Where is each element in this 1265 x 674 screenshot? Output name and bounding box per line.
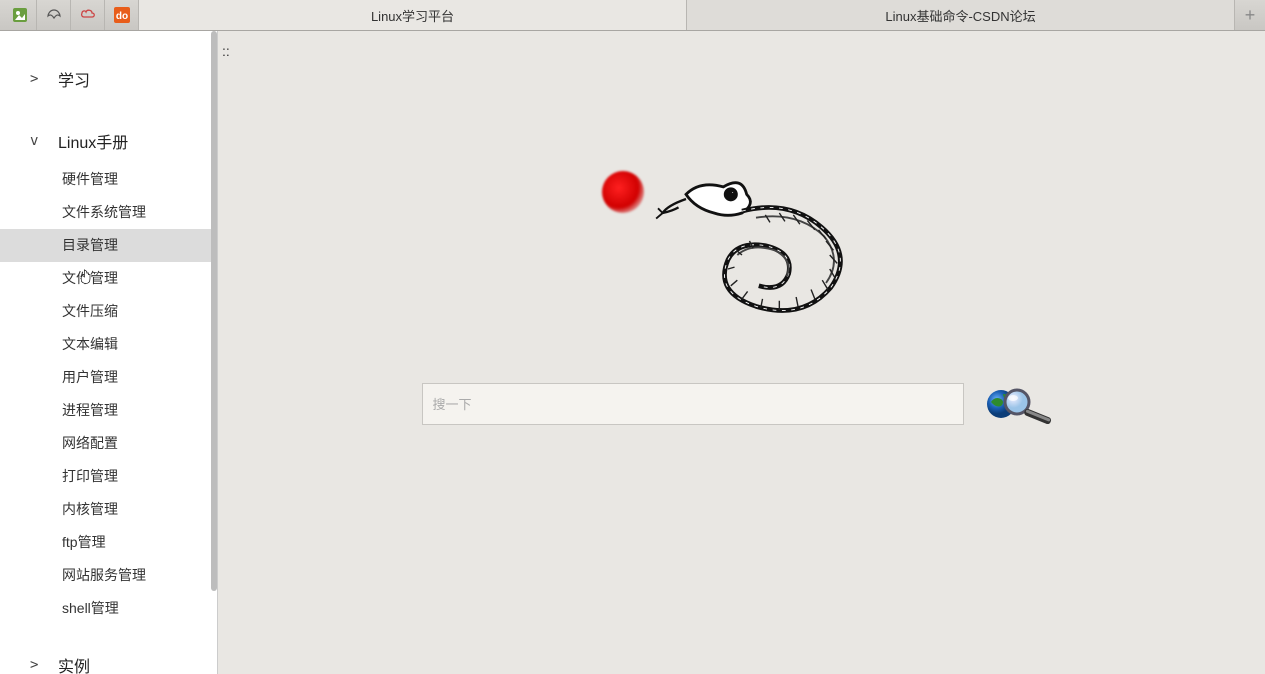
nav-item-kernel[interactable]: 内核管理 <box>0 493 217 526</box>
nav-item-user[interactable]: 用户管理 <box>0 361 217 394</box>
tab-icon-group: do <box>0 0 139 30</box>
nav-item-shell[interactable]: shell管理 <box>0 592 217 625</box>
search-globe-icon <box>983 384 1061 424</box>
nav-item-compress[interactable]: 文件压缩 <box>0 295 217 328</box>
chevron-down-icon: v <box>30 133 38 149</box>
content-area: :: <box>218 31 1265 674</box>
nav-item-process[interactable]: 进程管理 <box>0 394 217 427</box>
bookmark-icon-2[interactable] <box>37 0 71 30</box>
search-button[interactable] <box>982 383 1062 425</box>
nav-section-learn-label: 学习 <box>58 67 90 91</box>
nav-item-hardware[interactable]: 硬件管理 <box>0 163 217 196</box>
nav-item-website[interactable]: 网站服务管理 <box>0 559 217 592</box>
nav-item-filesystem[interactable]: 文件系统管理 <box>0 196 217 229</box>
tab-inactive-label: Linux基础命令-CSDN论坛 <box>885 6 1035 25</box>
snake-logo-icon <box>602 141 882 341</box>
nav-section-example[interactable]: > 实例 <box>0 643 217 674</box>
bookmark-icon-1[interactable] <box>3 0 37 30</box>
scrollbar-thumb[interactable] <box>211 31 217 591</box>
tab-active[interactable]: Linux学习平台 <box>139 0 687 30</box>
nav-item-directory[interactable]: 目录管理 <box>0 229 217 262</box>
nav-item-textedit[interactable]: 文本编辑 <box>0 328 217 361</box>
nav-item-file[interactable]: 文件管理 <box>0 262 217 295</box>
nav-section-manual[interactable]: v Linux手册 <box>0 119 217 163</box>
chevron-right-icon: > <box>30 657 38 673</box>
search-row <box>422 383 1062 425</box>
browser-tab-bar: do Linux学习平台 Linux基础命令-CSDN论坛 + <box>0 0 1265 31</box>
colon-marker: :: <box>222 43 230 59</box>
tab-add-button[interactable]: + <box>1235 0 1265 30</box>
logo-area <box>592 141 892 341</box>
chevron-right-icon: > <box>30 71 38 87</box>
search-input[interactable] <box>422 383 964 425</box>
main-area: > 学习 v Linux手册 硬件管理 文件系统管理 目录管理 文件管理 文件压… <box>0 31 1265 674</box>
bookmark-icon-4[interactable]: do <box>105 0 139 30</box>
svg-text:do: do <box>115 11 127 22</box>
tab-inactive[interactable]: Linux基础命令-CSDN论坛 <box>687 0 1235 30</box>
nav-item-print[interactable]: 打印管理 <box>0 460 217 493</box>
nav-item-ftp[interactable]: ftp管理 <box>0 526 217 559</box>
bookmark-icon-3[interactable] <box>71 0 105 30</box>
nav-section-manual-label: Linux手册 <box>58 129 128 153</box>
nav-section-example-label: 实例 <box>58 653 90 674</box>
tab-active-label: Linux学习平台 <box>371 6 454 25</box>
nav-item-network[interactable]: 网络配置 <box>0 427 217 460</box>
sidebar: > 学习 v Linux手册 硬件管理 文件系统管理 目录管理 文件管理 文件压… <box>0 31 218 674</box>
nav-section-learn[interactable]: > 学习 <box>0 57 217 101</box>
red-sun-icon <box>602 171 644 213</box>
